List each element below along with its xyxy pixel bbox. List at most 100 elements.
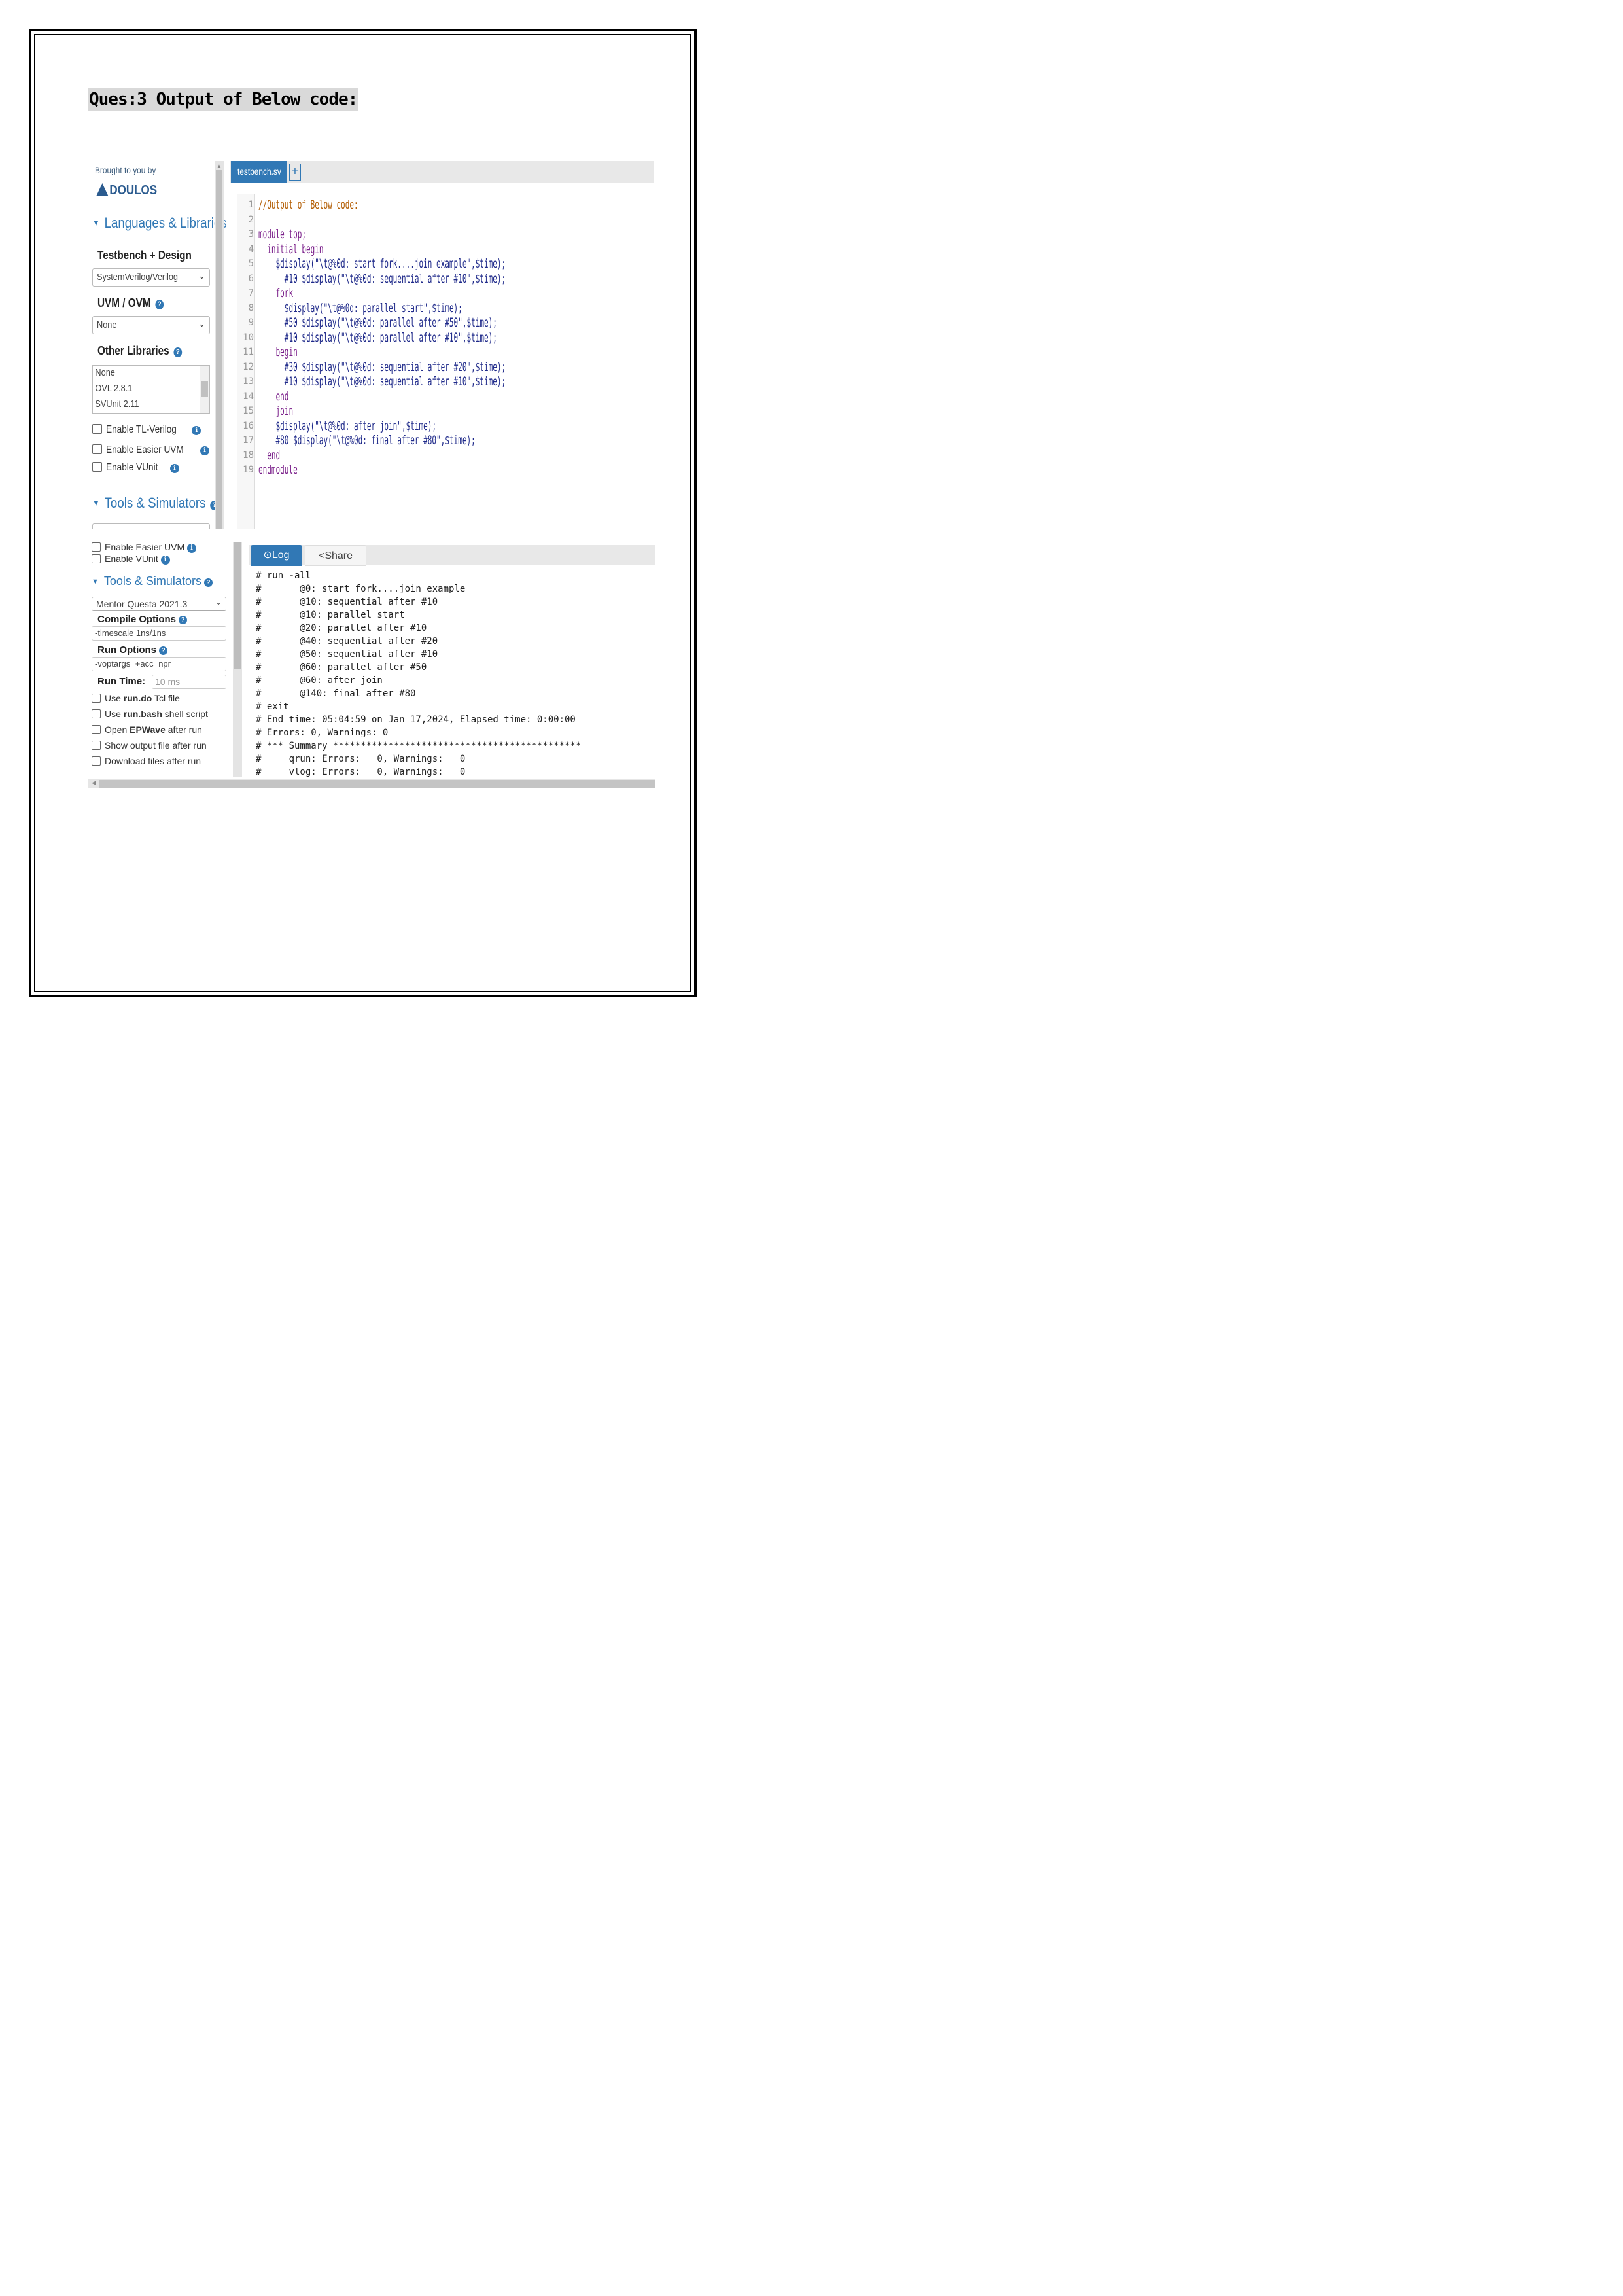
help-icon[interactable]: ?: [203, 578, 213, 587]
code-text[interactable]: #80 $display("\t@%0d: final after #80",$…: [258, 433, 476, 448]
code-line[interactable]: 13 #10 $display("\t@%0d: sequential afte…: [237, 374, 649, 389]
doulos-logo[interactable]: DOULOS: [96, 183, 157, 198]
code-text[interactable]: #30 $display("\t@%0d: sequential after #…: [258, 360, 506, 375]
enable-tl-verilog-checkbox[interactable]: Enable TL-Verilog i: [92, 424, 201, 438]
checkbox-box[interactable]: [92, 725, 101, 734]
code-text[interactable]: //Output of Below code:: [258, 198, 358, 213]
code-text[interactable]: end: [258, 448, 280, 463]
section-tools-simulators[interactable]: ▼Tools & Simulators?: [92, 495, 218, 512]
code-line[interactable]: 1 //Output of Below code:: [237, 198, 649, 213]
run-time-input[interactable]: 10 ms: [152, 675, 226, 689]
code-line[interactable]: 4 initial begin: [237, 242, 649, 257]
compile-options-input[interactable]: -timescale 1ns/1ns: [92, 626, 226, 641]
code-editor[interactable]: testbench.sv + 1 //Output of Below code: 2…: [230, 161, 654, 529]
sidebar-scrollbar[interactable]: [233, 542, 242, 777]
sidebar-scrollbar[interactable]: ▲: [215, 161, 224, 529]
log-line: # @10: sequential after #10: [256, 597, 438, 607]
horizontal-scrollbar[interactable]: ◀: [88, 779, 655, 788]
code-lines[interactable]: 1//Output of Below code: 2 3 module top; 4 i…: [237, 198, 649, 478]
run-option-checkbox[interactable]: Show output file after run: [92, 740, 207, 753]
code-line[interactable]: 7 fork: [237, 286, 649, 301]
simulator-select[interactable]: Mentor Questa 2021.3 ⌄: [92, 597, 226, 611]
log-line: # @0: start fork....join example: [256, 584, 466, 594]
code-line[interactable]: 16 $display("\t@%0d: after join",$time);: [237, 419, 649, 434]
log-line: # run -all: [256, 571, 311, 581]
libraries-listbox[interactable]: None OVL 2.8.1 SVUnit 2.11: [92, 365, 210, 414]
code-text[interactable]: #10 $display("\t@%0d: parallel after #10…: [258, 330, 497, 345]
help-icon[interactable]: ?: [179, 616, 187, 624]
checkbox-box[interactable]: [92, 462, 102, 472]
code-text[interactable]: #10 $display("\t@%0d: sequential after #…: [258, 272, 506, 287]
code-line[interactable]: 3 module top;: [237, 227, 649, 242]
info-icon[interactable]: i: [187, 544, 197, 553]
code-text[interactable]: fork: [258, 286, 294, 301]
simulator-select-partial[interactable]: [92, 523, 210, 529]
code-line[interactable]: 19 endmodule: [237, 463, 649, 478]
checkbox-box[interactable]: [92, 709, 101, 718]
code-line[interactable]: 6 #10 $display("\t@%0d: sequential after…: [237, 272, 649, 287]
help-icon[interactable]: ?: [159, 646, 167, 655]
code-text[interactable]: #50 $display("\t@%0d: parallel after #50…: [258, 315, 497, 330]
info-icon[interactable]: i: [160, 556, 170, 565]
code-text[interactable]: join: [258, 404, 294, 419]
code-text[interactable]: end: [258, 389, 289, 404]
code-line[interactable]: 11 begin: [237, 345, 649, 360]
code-line[interactable]: 14 end: [237, 389, 649, 404]
code-text[interactable]: #10 $display("\t@%0d: sequential after #…: [258, 374, 506, 389]
checkbox-box[interactable]: [92, 424, 102, 434]
run-option-checkbox[interactable]: Download files after run: [92, 756, 201, 769]
log-line: # @20: parallel after #10: [256, 623, 427, 633]
section-languages-libraries[interactable]: ▼ Languages & Libraries: [92, 215, 227, 232]
help-icon[interactable]: ?: [155, 300, 164, 309]
code-text[interactable]: module top;: [258, 227, 306, 242]
code-text[interactable]: $display("\t@%0d: parallel start",$time)…: [258, 301, 462, 316]
info-icon[interactable]: i: [192, 426, 201, 435]
code-text[interactable]: $display("\t@%0d: after join",$time);: [258, 419, 436, 434]
checkbox-box[interactable]: [92, 554, 101, 563]
add-tab-icon[interactable]: +: [289, 164, 301, 181]
code-line[interactable]: 2: [237, 213, 649, 228]
code-line[interactable]: 5 $display("\t@%0d: start fork....join e…: [237, 256, 649, 272]
scroll-left-arrow-icon[interactable]: ◀: [92, 779, 96, 786]
library-option[interactable]: None: [93, 366, 192, 381]
info-icon[interactable]: i: [200, 446, 210, 455]
listbox-scrollbar[interactable]: [200, 366, 209, 413]
code-text[interactable]: begin: [258, 345, 298, 360]
code-line[interactable]: 10 #10 $display("\t@%0d: parallel after …: [237, 330, 649, 345]
checkbox-box[interactable]: [92, 741, 101, 750]
line-number: 12: [243, 361, 254, 372]
checkbox-box[interactable]: [92, 542, 101, 552]
option-text-post: after run: [165, 724, 202, 735]
enable-vunit-checkbox[interactable]: Enable VUnit i: [92, 554, 170, 567]
code-line[interactable]: 15 join: [237, 404, 649, 419]
section-tools-simulators[interactable]: ▼Tools & Simulators?: [92, 574, 213, 588]
code-line[interactable]: 18 end: [237, 448, 649, 463]
uvm-select[interactable]: None ⌄: [92, 316, 210, 334]
run-option-checkbox[interactable]: Use run.bash shell script: [92, 709, 208, 722]
enable-easier-uvm-checkbox[interactable]: Enable Easier UVM i: [92, 542, 197, 555]
code-text[interactable]: $display("\t@%0d: start fork....join exa…: [258, 256, 506, 272]
run-option-checkbox[interactable]: Open EPWave after run: [92, 724, 202, 737]
library-option[interactable]: SVUnit 2.11: [93, 397, 192, 413]
language-select[interactable]: SystemVerilog/Verilog ⌄: [92, 268, 210, 287]
run-options-input[interactable]: -voptargs=+acc=npr: [92, 657, 226, 671]
scroll-up-arrow-icon[interactable]: ▲: [217, 163, 222, 169]
checkbox-box[interactable]: [92, 694, 101, 703]
enable-easier-uvm-checkbox[interactable]: Enable Easier UVM i: [92, 444, 210, 459]
checkbox-box[interactable]: [92, 756, 101, 766]
code-text[interactable]: initial begin: [258, 242, 323, 257]
info-icon[interactable]: i: [169, 464, 179, 473]
tab-log[interactable]: ⊙Log: [251, 545, 302, 566]
checkbox-box[interactable]: [92, 444, 102, 454]
code-line[interactable]: 17 #80 $display("\t@%0d: final after #80…: [237, 433, 649, 448]
enable-vunit-checkbox[interactable]: Enable VUnit i: [92, 462, 179, 476]
code-line[interactable]: 9 #50 $display("\t@%0d: parallel after #…: [237, 315, 649, 330]
tab-testbench-sv[interactable]: testbench.sv: [231, 161, 287, 183]
help-icon[interactable]: ?: [173, 347, 183, 357]
code-text[interactable]: endmodule: [258, 463, 298, 478]
tab-share[interactable]: <Share: [305, 545, 366, 566]
code-line[interactable]: 12 #30 $display("\t@%0d: sequential afte…: [237, 360, 649, 375]
library-option[interactable]: OVL 2.8.1: [93, 381, 192, 397]
run-option-checkbox[interactable]: Use run.do Tcl file: [92, 693, 180, 706]
code-line[interactable]: 8 $display("\t@%0d: parallel start",$tim…: [237, 301, 649, 316]
